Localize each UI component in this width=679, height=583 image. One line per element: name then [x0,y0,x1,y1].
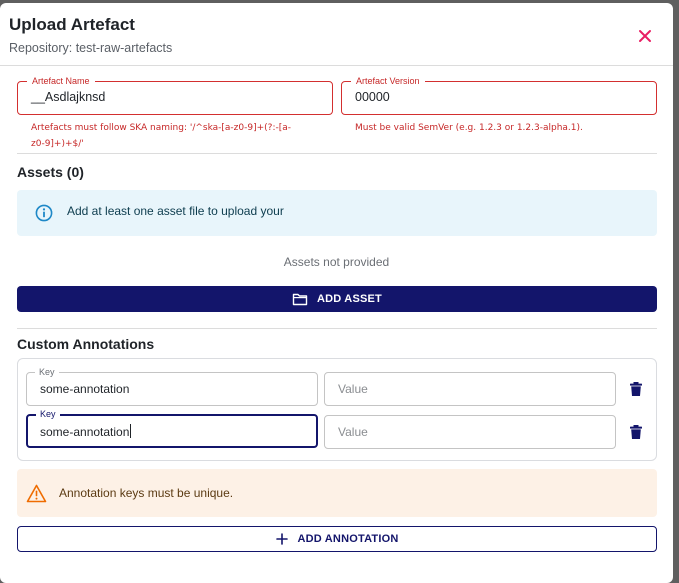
annotation-key-input[interactable]: Key some-annotation [26,408,318,448]
annotations-divider [17,328,657,329]
add-asset-button[interactable]: ADD ASSET [17,286,657,312]
annotation-value-input[interactable]: Value [324,415,616,449]
artefact-name-error-line1: Artefacts must follow SKA naming: '/^ska… [31,123,292,133]
artefact-name-label: Artefact Name [27,75,95,87]
artefact-version-value: 00000 [355,90,390,104]
artefact-name-error-line2: z0-9]+)+$/' [31,139,84,149]
artefact-version-error: Must be valid SemVer (e.g. 1.2.3 or 1.2.… [355,123,583,133]
annotation-key-input[interactable]: Key some-annotation [26,366,318,406]
annotations-title: Custom Annotations [17,336,155,352]
artefact-version-field[interactable]: Artefact Version 00000 [341,75,657,115]
trash-icon[interactable] [630,382,642,396]
warning-icon [26,484,47,503]
artefact-name-value: __Asdlajknsd [31,90,106,104]
upload-artefact-dialog: Upload Artefact Repository: test-raw-art… [0,3,673,583]
assets-divider [17,153,657,154]
dialog-title: Upload Artefact [9,15,135,34]
annotation-key-text: some-annotation [40,425,130,439]
add-annotation-label: ADD ANNOTATION [297,533,399,545]
folder-icon [292,293,308,305]
assets-empty-text: Assets not provided [283,255,390,269]
annotation-warning-alert: Annotation keys must be unique. [17,469,657,517]
annotation-value-input[interactable]: Value [324,372,616,406]
annotation-value-placeholder: Value [338,425,368,439]
assets-info-alert: Add at least one asset file to upload yo… [17,190,657,236]
assets-info-text: Add at least one asset file to upload yo… [67,204,284,218]
annotation-key-label: Key [36,408,60,420]
annotation-key-value: some-annotation [40,382,130,396]
close-icon [639,30,651,42]
annotation-key-value: some-annotation [40,424,132,439]
annotations-list: Key some-annotation Value Key some-annot… [17,358,657,461]
artefact-version-label: Artefact Version [351,75,425,87]
artefact-name-error: Artefacts must follow SKA naming: '/^ska… [31,120,331,152]
trash-icon[interactable] [630,425,642,439]
header-divider [0,65,673,66]
add-annotation-button[interactable]: ADD ANNOTATION [17,526,657,552]
annotation-warning-text: Annotation keys must be unique. [59,486,234,500]
assets-title: Assets (0) [17,164,84,180]
artefact-name-field[interactable]: Artefact Name __Asdlajknsd [17,75,333,115]
dialog-subtitle: Repository: test-raw-artefacts [9,41,173,55]
add-asset-label: ADD ASSET [317,293,382,305]
annotation-value-placeholder: Value [338,382,368,396]
info-icon [35,204,53,222]
annotation-key-label: Key [35,366,59,378]
close-button[interactable] [634,25,656,47]
text-caret [130,424,132,438]
plus-icon [275,533,288,545]
